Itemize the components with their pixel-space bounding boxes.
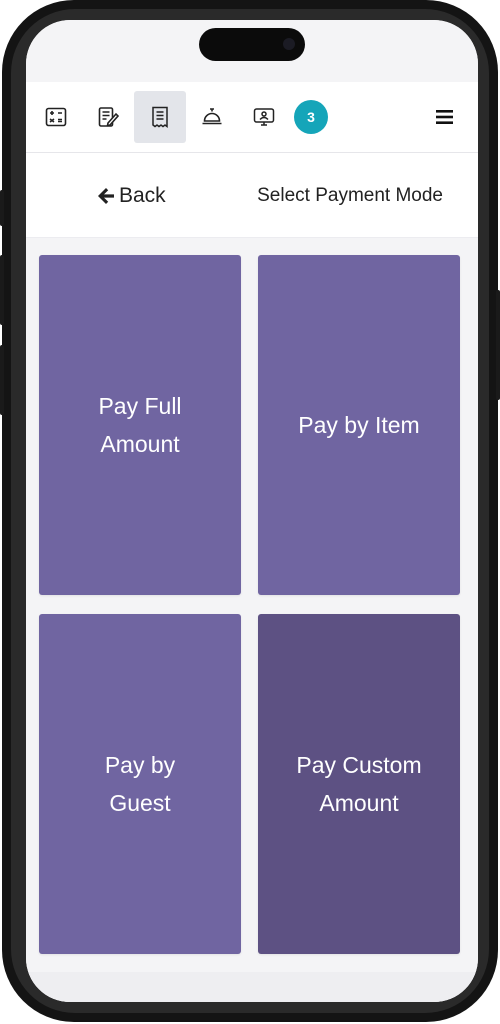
order-edit-button[interactable] (82, 91, 134, 143)
mute-switch (0, 190, 4, 226)
dashboard-button[interactable] (30, 91, 82, 143)
power-button (496, 290, 500, 400)
service-bell-button[interactable] (186, 91, 238, 143)
tile-label: Pay Full Amount (98, 393, 182, 457)
hamburger-menu-icon (436, 110, 453, 124)
phone-frame: 3 Back Select Payment Mode Pay Full Amou… (0, 0, 500, 1022)
page-title: Select Payment Mode (257, 185, 443, 206)
volume-up-button (0, 255, 4, 325)
top-toolbar: 3 (26, 82, 478, 153)
notification-count-badge[interactable]: 3 (294, 100, 328, 134)
payment-mode-grid: Pay Full Amount Pay by Item Pay by Guest… (26, 238, 478, 1002)
menu-button[interactable] (430, 102, 460, 132)
order-edit-icon (98, 107, 120, 127)
pay-custom-amount-tile[interactable]: Pay Custom Amount (258, 614, 460, 954)
kiosk-display-button[interactable] (238, 91, 290, 143)
tile-label: Pay by Item (298, 412, 420, 438)
arrow-left-icon (98, 188, 114, 204)
back-label: Back (119, 184, 166, 207)
bottom-bar (26, 972, 478, 1002)
volume-down-button (0, 345, 4, 415)
service-bell-icon (202, 108, 222, 125)
kiosk-display-icon (253, 108, 275, 126)
app-screen: 3 Back Select Payment Mode Pay Full Amou… (26, 20, 478, 1002)
dynamic-island (199, 28, 305, 61)
pay-by-guest-tile[interactable]: Pay by Guest (39, 614, 241, 954)
pay-by-item-tile[interactable]: Pay by Item (258, 255, 460, 595)
receipt-icon (152, 106, 168, 128)
tile-label: Pay Custom Amount (296, 752, 422, 816)
dashboard-icon (45, 107, 67, 127)
pay-full-amount-tile[interactable]: Pay Full Amount (39, 255, 241, 595)
receipt-button[interactable] (134, 91, 186, 143)
tile-label: Pay by Guest (104, 752, 176, 816)
page-header: Back Select Payment Mode (26, 153, 478, 238)
back-button[interactable]: Back (96, 181, 166, 211)
